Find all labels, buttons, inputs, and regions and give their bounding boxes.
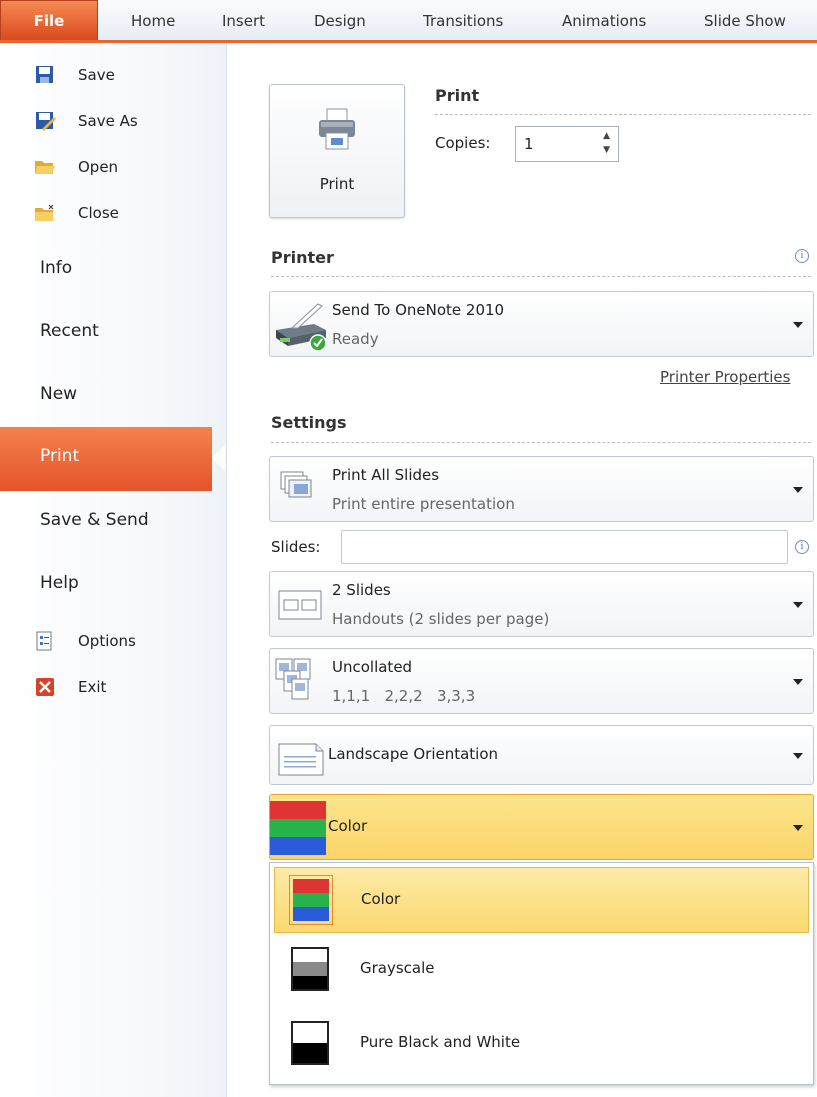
color-menu-item-color[interactable]: Color (274, 867, 809, 933)
chevron-down-icon (793, 753, 803, 759)
printer-heading-rule (271, 276, 811, 277)
color-menu-label: Color (361, 890, 401, 908)
nav-recent[interactable]: Recent (40, 321, 99, 341)
close-label: Close (78, 204, 119, 222)
nav-info[interactable]: Info (40, 258, 72, 278)
copies-value: 1 (524, 135, 534, 153)
grayscale-icon (288, 944, 332, 994)
orientation-dropdown[interactable]: Landscape Orientation (269, 725, 814, 785)
save-command[interactable]: Save (36, 60, 115, 90)
all-slides-icon (280, 471, 312, 498)
spin-up-icon[interactable]: ▲ (603, 131, 610, 141)
tab-design[interactable]: Design (314, 0, 366, 42)
options-label: Options (78, 632, 136, 650)
printer-info-icon[interactable]: i (795, 249, 809, 263)
close-command[interactable]: Close (35, 198, 119, 228)
print-button-label: Print (319, 175, 355, 193)
uncollated-icon (275, 658, 311, 700)
open-label: Open (78, 158, 119, 176)
color-swatch-icon (270, 801, 326, 855)
layout-dropdown[interactable]: 2 Slides Handouts (2 slides per page) (269, 571, 814, 637)
nav-print[interactable]: Print (0, 427, 212, 491)
copies-label: Copies: (435, 134, 491, 152)
color-icon (289, 875, 333, 925)
printer-ready-icon (276, 303, 327, 352)
printer-dropdown[interactable]: Send To OneNote 2010 Ready (269, 291, 814, 357)
options-command[interactable]: Options (36, 626, 136, 656)
color-menu-item-grayscale[interactable]: Grayscale (274, 937, 809, 1003)
open-command[interactable]: Open (35, 152, 119, 182)
print-range-subtitle: Print entire presentation (332, 495, 515, 513)
print-button[interactable]: Print (269, 84, 405, 218)
printer-heading: Printer (271, 248, 334, 267)
collation-subtitle: 1,1,1 2,2,2 3,3,3 (332, 687, 476, 705)
save-as-command[interactable]: Save As (36, 106, 138, 136)
chevron-down-icon (793, 679, 803, 685)
slides-label: Slides: (271, 538, 321, 556)
color-menu-item-black-white[interactable]: Pure Black and White (274, 1011, 809, 1077)
layout-title: 2 Slides (332, 581, 391, 599)
chevron-down-icon (793, 322, 803, 328)
chevron-down-icon (793, 825, 803, 831)
print-heading-rule (435, 114, 811, 115)
tab-home[interactable]: Home (131, 0, 175, 42)
chevron-down-icon (793, 487, 803, 493)
file-tab[interactable]: File (0, 0, 98, 42)
nav-selection-pointer (212, 445, 225, 471)
handout-layout-icon (278, 590, 322, 620)
collation-title: Uncollated (332, 658, 413, 676)
printer-status: Ready (332, 330, 379, 348)
nav-print-label: Print (40, 446, 80, 466)
print-range-dropdown[interactable]: Print All Slides Print entire presentati… (269, 456, 814, 522)
settings-heading-rule (271, 442, 811, 443)
printer-icon (319, 108, 355, 150)
landscape-orientation-icon (278, 743, 324, 776)
print-range-title: Print All Slides (332, 466, 440, 484)
nav-save-send[interactable]: Save & Send (40, 510, 149, 530)
tab-transitions[interactable]: Transitions (423, 0, 503, 42)
exit-command[interactable]: Exit (36, 672, 107, 702)
color-menu: Color Grayscale Pure Black and White (269, 862, 814, 1085)
exit-label: Exit (78, 678, 107, 696)
printer-properties-link[interactable]: Printer Properties (660, 368, 790, 386)
chevron-down-icon (793, 602, 803, 608)
collation-dropdown[interactable]: Uncollated 1,1,1 2,2,2 3,3,3 (269, 648, 814, 714)
orientation-label: Landscape Orientation (328, 745, 499, 763)
options-icon (36, 631, 52, 651)
black-white-menu-label: Pure Black and White (360, 1033, 521, 1051)
slides-input[interactable] (341, 530, 788, 564)
grayscale-menu-label: Grayscale (360, 959, 435, 977)
settings-heading: Settings (271, 413, 347, 432)
spin-down-icon[interactable]: ▼ (603, 145, 610, 155)
black-white-icon (288, 1018, 332, 1068)
tab-insert[interactable]: Insert (222, 0, 265, 42)
exit-icon (36, 678, 54, 696)
color-dropdown[interactable]: Color (269, 794, 814, 860)
save-icon (36, 66, 53, 83)
close-folder-icon (35, 204, 54, 221)
layout-subtitle: Handouts (2 slides per page) (332, 610, 550, 628)
copies-spinner[interactable]: 1 ▲ ▼ (515, 126, 619, 162)
nav-new[interactable]: New (40, 384, 77, 404)
color-dropdown-label: Color (328, 817, 368, 835)
save-as-icon (36, 112, 56, 131)
ribbon (0, 0, 817, 43)
nav-help[interactable]: Help (40, 573, 79, 593)
tab-animations[interactable]: Animations (562, 0, 646, 42)
tab-slide-show[interactable]: Slide Show (704, 0, 786, 42)
save-as-label: Save As (78, 112, 138, 130)
open-folder-icon (35, 161, 55, 174)
print-heading: Print (435, 86, 480, 105)
slides-info-icon[interactable]: i (795, 540, 809, 554)
printer-name: Send To OneNote 2010 (332, 301, 505, 319)
save-label: Save (78, 66, 115, 84)
